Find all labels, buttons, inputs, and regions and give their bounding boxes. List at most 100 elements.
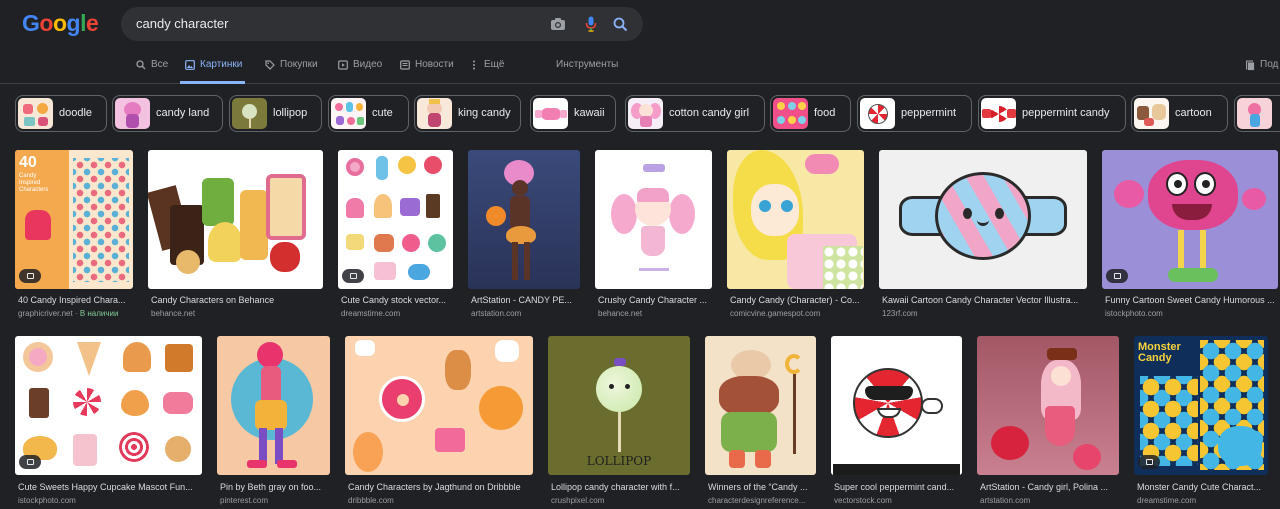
chip-food[interactable]: food: [770, 95, 851, 132]
result-caption[interactable]: Candy Candy (Character) - Co...: [730, 295, 862, 305]
microphone-icon[interactable]: [582, 15, 600, 33]
chip-thumbnail: [331, 98, 366, 129]
result-tile[interactable]: Cute Candy stock vector... dreamstime.co…: [338, 150, 453, 320]
image-icon: [185, 60, 195, 70]
result-tile[interactable]: ArtStation - CANDY PE... artstation.com: [468, 150, 580, 320]
tag-icon: [19, 269, 41, 283]
chip-candy-land[interactable]: candy land: [112, 95, 223, 132]
chip-kawaii[interactable]: kawaii: [530, 95, 616, 132]
result-image[interactable]: [831, 336, 962, 475]
result-source: istockphoto.com: [1105, 309, 1163, 318]
result-image[interactable]: 40 Candy Inspired Characters: [15, 150, 133, 289]
chip-cotton-candy-girl[interactable]: cotton candy girl: [625, 95, 765, 132]
result-source: istockphoto.com: [18, 496, 76, 505]
chip-doodle[interactable]: doodle: [15, 95, 107, 132]
result-image[interactable]: LOLLIPOP: [548, 336, 690, 475]
tab-all[interactable]: Все: [136, 59, 168, 84]
result-image[interactable]: [148, 150, 323, 289]
result-tile[interactable]: Winners of the “Candy ... characterdesig…: [705, 336, 816, 509]
camera-icon[interactable]: [549, 15, 567, 33]
chip-label: peppermint candy: [1022, 107, 1110, 119]
result-tile[interactable]: Super cool peppermint cand... vectorstoc…: [831, 336, 962, 509]
result-source: 123rf.com: [882, 309, 918, 318]
logo-letter: o: [52, 10, 67, 36]
logo-letter: e: [85, 10, 99, 36]
image-icon: [1106, 269, 1128, 283]
tab-images[interactable]: Картинки: [180, 59, 246, 84]
result-tile[interactable]: Candy Characters by Jagthund on Dribbble…: [345, 336, 533, 509]
chip-label: candy land: [156, 107, 210, 119]
chip-cute[interactable]: cute: [328, 95, 409, 132]
result-tile[interactable]: Candy Candy (Character) - Co... comicvin…: [727, 150, 864, 320]
result-image[interactable]: [879, 150, 1087, 289]
result-caption[interactable]: ArtStation - CANDY PE...: [471, 295, 579, 305]
header: Google candy character: [0, 0, 1280, 50]
tools-button[interactable]: Инструменты: [556, 59, 618, 84]
tab-shopping[interactable]: Покупки: [265, 59, 318, 84]
result-image[interactable]: [705, 336, 816, 475]
result-caption[interactable]: Pin by Beth gray on foo...: [220, 482, 330, 492]
google-logo[interactable]: Google: [22, 10, 99, 37]
result-tile[interactable]: Funny Cartoon Sweet Candy Humorous ... i…: [1102, 150, 1278, 320]
chip-label: doodle: [59, 107, 93, 119]
result-caption[interactable]: 40 Candy Inspired Chara...: [18, 295, 130, 305]
result-image[interactable]: [468, 150, 580, 289]
chip-thumbnail: [773, 98, 808, 129]
saved-button[interactable]: Под: [1245, 59, 1278, 84]
result-image[interactable]: [338, 150, 453, 289]
chip-cartoon[interactable]: cartoon: [1131, 95, 1228, 132]
result-caption[interactable]: Crushy Candy Character ...: [598, 295, 710, 305]
result-tile[interactable]: ArtStation - Candy girl, Polina ... arts…: [977, 336, 1119, 509]
result-tile[interactable]: Crushy Candy Character ... behance.net: [595, 150, 712, 320]
result-tile[interactable]: 40 Candy Inspired Characters 40 Candy In…: [15, 150, 133, 320]
tab-more[interactable]: Ещё: [469, 59, 504, 84]
chip-thumbnail: [533, 98, 568, 129]
result-image[interactable]: Monster Candy: [1134, 336, 1268, 475]
result-image[interactable]: [977, 336, 1119, 475]
result-tile[interactable]: Cute Sweets Happy Cupcake Mascot Fun... …: [15, 336, 202, 509]
image-overlay-title: 40: [19, 154, 37, 171]
result-image[interactable]: [595, 150, 712, 289]
chip-peppermint[interactable]: peppermint: [857, 95, 972, 132]
search-box[interactable]: candy character: [121, 7, 643, 41]
chip-king-candy[interactable]: king candy: [414, 95, 521, 132]
chip-lollipop[interactable]: lollipop: [229, 95, 322, 132]
image-overlay-subtitle: Candy Inspired Characters: [19, 173, 49, 193]
search-tabs: Все Картинки Покупки Видео Новости Ещё И…: [0, 50, 1280, 84]
result-image[interactable]: [1102, 150, 1278, 289]
result-caption[interactable]: Candy Characters on Behance: [151, 295, 321, 305]
result-caption[interactable]: Monster Candy Cute Charact...: [1137, 482, 1269, 492]
image-overlay-title: LOLLIPOP: [586, 454, 652, 468]
result-tile[interactable]: Kawaii Cartoon Candy Character Vector Il…: [879, 150, 1087, 320]
result-caption[interactable]: Super cool peppermint cand...: [834, 482, 962, 492]
result-image[interactable]: [15, 336, 202, 475]
search-icon[interactable]: [611, 15, 629, 33]
tab-label: Все: [151, 59, 169, 70]
result-caption[interactable]: ArtStation - Candy girl, Polina ...: [980, 482, 1118, 492]
result-image[interactable]: [217, 336, 330, 475]
result-tile[interactable]: Candy Characters on Behance behance.net: [148, 150, 323, 320]
result-caption[interactable]: Lollipop candy character with f...: [551, 482, 689, 492]
chip-thumbnail: [981, 98, 1016, 129]
result-caption[interactable]: Cute Candy stock vector...: [341, 295, 453, 305]
chip-peppermint-candy[interactable]: peppermint candy: [978, 95, 1126, 132]
tab-label: Картинки: [200, 59, 243, 70]
result-tile[interactable]: Monster Candy Monster Candy Cute Charact…: [1134, 336, 1268, 509]
result-tile[interactable]: Pin by Beth gray on foo... pinterest.com: [217, 336, 330, 509]
result-source: dribbble.com: [348, 496, 394, 505]
result-tile[interactable]: LOLLIPOP Lollipop candy character with f…: [548, 336, 690, 509]
search-input[interactable]: candy character: [136, 16, 229, 31]
tab-label: Покупки: [280, 59, 318, 70]
result-image[interactable]: [345, 336, 533, 475]
image-overlay-title: Monster Candy: [1138, 341, 1181, 364]
tab-video[interactable]: Видео: [338, 59, 382, 84]
result-caption[interactable]: Funny Cartoon Sweet Candy Humorous ...: [1105, 295, 1277, 305]
result-image[interactable]: [727, 150, 864, 289]
tab-news[interactable]: Новости: [400, 59, 454, 84]
result-caption[interactable]: Kawaii Cartoon Candy Character Vector Il…: [882, 295, 1086, 305]
result-caption[interactable]: Cute Sweets Happy Cupcake Mascot Fun...: [18, 482, 200, 492]
result-source: behance.net: [151, 309, 196, 318]
result-caption[interactable]: Candy Characters by Jagthund on Dribbble: [348, 482, 532, 492]
chip-next[interactable]: [1234, 95, 1280, 132]
result-caption[interactable]: Winners of the “Candy ...: [708, 482, 816, 492]
